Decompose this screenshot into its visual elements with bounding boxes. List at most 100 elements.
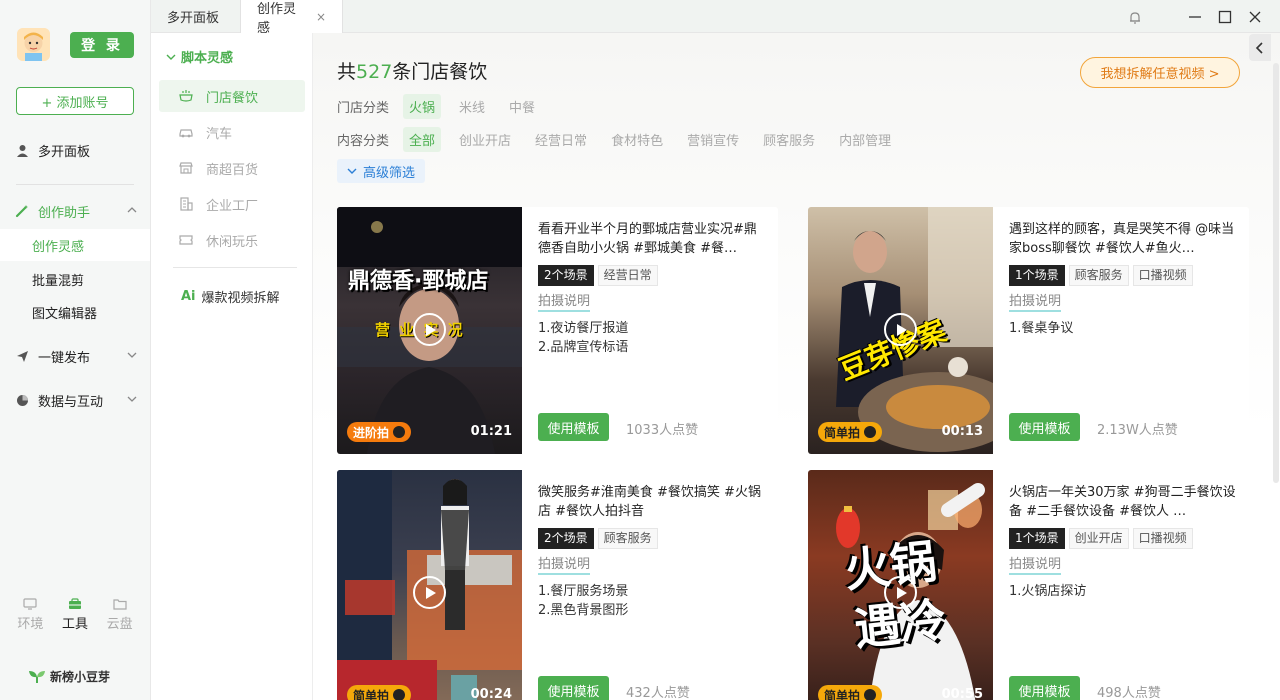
shooting-guide-link[interactable]: 拍摄说明: [1009, 557, 1062, 575]
script-point: 1.餐桌争议: [1009, 321, 1074, 336]
category-panel: 脚本灵感 门店餐饮 汽车 商超百货 企业工厂 休闲玩乐 Ai 爆款视频拆解: [151, 33, 313, 700]
close-tab-icon[interactable]: ×: [316, 10, 326, 24]
nav-creation-assistant[interactable]: 创作助手: [0, 194, 150, 228]
main-content: 共527条门店餐饮 门店分类 火锅 米线 中餐 内容分类 全部 创业开店 经营日…: [313, 33, 1280, 700]
play-icon[interactable]: [413, 576, 446, 609]
top-tab-bar: 多开面板 创作灵感 ×: [151, 0, 1280, 36]
result-count-suffix: 条门店餐饮: [392, 61, 488, 83]
deconstruct-video-button[interactable]: 我想拆解任意视频 >: [1080, 57, 1240, 88]
use-template-button[interactable]: 使用模板: [1009, 413, 1080, 441]
video-card[interactable]: 豆芽惨案 简单拍 00:13 遇到这样的顾客，真是哭笑不得 @味当家boss聊餐…: [808, 207, 1249, 454]
card-info: 微笑服务#淮南美食 #餐饮搞笑 #火锅店 #餐饮人拍抖音 2个场景 顾客服务 拍…: [538, 470, 768, 700]
tab-tools[interactable]: 工具: [55, 598, 95, 632]
building-icon: [180, 197, 193, 211]
category-item-leisure[interactable]: 休闲玩乐: [159, 224, 305, 256]
content-chip[interactable]: 顾客服务: [757, 127, 821, 152]
nav-multi-panel[interactable]: 多开面板: [0, 133, 150, 167]
login-button[interactable]: 登 录: [70, 32, 134, 58]
minimize-icon[interactable]: [1187, 9, 1203, 25]
play-icon[interactable]: [884, 576, 917, 609]
video-card[interactable]: 鼎德香·鄄城店 营 业 实 况 进阶拍 01:21 看看开业半个月的鄄城店营业实…: [337, 207, 778, 454]
category-item-car[interactable]: 汽车: [159, 116, 305, 148]
tab-multi-panel[interactable]: 多开面板: [151, 0, 241, 33]
nav-image-text-editor[interactable]: 图文编辑器: [0, 296, 150, 328]
store-icon: [179, 162, 193, 174]
nav-data-label: 数据与互动: [38, 394, 104, 410]
magic-wand-icon: [15, 204, 29, 218]
like-count: 1033人点赞: [626, 423, 699, 438]
tab-multi-panel-label: 多开面板: [167, 11, 220, 26]
script-points: 1.餐厅服务场景 2.黑色背景图形: [538, 582, 628, 620]
nav-publish-label: 一键发布: [38, 350, 91, 366]
card-tags: 2个场景 顾客服务: [538, 528, 662, 549]
ticket-icon: [179, 235, 193, 245]
category-item-factory[interactable]: 企业工厂: [159, 188, 305, 220]
content-chip[interactable]: 经营日常: [529, 127, 593, 152]
pie-chart-icon: [15, 393, 29, 407]
advanced-filter-label: 高级筛选: [363, 165, 416, 181]
nav-batch-mix[interactable]: 批量混剪: [0, 263, 150, 295]
shooting-guide-link[interactable]: 拍摄说明: [538, 557, 591, 575]
content-tag: 口播视频: [1132, 528, 1193, 549]
nav-one-click-publish[interactable]: 一键发布: [0, 339, 150, 373]
use-template-button[interactable]: 使用模板: [538, 413, 609, 441]
toolbox-icon: [68, 598, 81, 609]
like-count: 2.13W人点赞: [1097, 423, 1178, 438]
content-chip[interactable]: 营销宣传: [681, 127, 745, 152]
content-chip[interactable]: 食材特色: [605, 127, 669, 152]
category-item-restaurant[interactable]: 门店餐饮: [159, 80, 305, 112]
add-account-button[interactable]: + 添加账号: [16, 87, 134, 115]
category-header-label: 脚本灵感: [181, 51, 234, 66]
brand-name: 新榜小豆芽: [50, 670, 111, 684]
viral-video-breakdown[interactable]: Ai 爆款视频拆解: [181, 287, 280, 306]
viral-video-breakdown-label: 爆款视频拆解: [201, 291, 280, 306]
card-tags: 1个场景 顾客服务 口播视频: [1009, 265, 1197, 286]
bell-icon[interactable]: [1127, 9, 1143, 25]
face-icon: [393, 689, 406, 700]
maximize-icon[interactable]: [1217, 9, 1233, 25]
content-tag: 创业开店: [1068, 528, 1129, 549]
content-chip[interactable]: 创业开店: [453, 127, 517, 152]
card-title: 遇到这样的顾客，真是哭笑不得 @味当家boss聊餐饮 #餐饮人#鱼火…: [1009, 222, 1235, 256]
tab-environment[interactable]: 环境: [10, 598, 50, 632]
collapse-panel-button[interactable]: [1249, 34, 1271, 61]
store-chip[interactable]: 中餐: [503, 94, 541, 119]
use-template-button[interactable]: 使用模板: [538, 676, 609, 700]
scrollbar[interactable]: [1273, 63, 1279, 483]
content-chip[interactable]: 全部: [403, 127, 442, 152]
nav-data-interaction[interactable]: 数据与互动: [0, 383, 150, 417]
video-thumbnail[interactable]: 鼎德香·鄄城店 营 业 实 况 进阶拍 01:21: [337, 207, 522, 454]
level-badge: 简单拍: [818, 685, 883, 700]
store-chip[interactable]: 米线: [453, 94, 491, 119]
shooting-guide-link[interactable]: 拍摄说明: [1009, 294, 1062, 312]
play-icon[interactable]: [413, 313, 446, 346]
advanced-filter-button[interactable]: 高级筛选: [337, 159, 426, 183]
level-badge-label: 简单拍: [824, 425, 861, 440]
store-chip[interactable]: 火锅: [403, 94, 442, 119]
card-title: 微笑服务#淮南美食 #餐饮搞笑 #火锅店 #餐饮人拍抖音: [538, 485, 761, 519]
content-chip[interactable]: 内部管理: [833, 127, 897, 152]
nav-creation-inspiration[interactable]: 创作灵感: [0, 229, 150, 261]
send-icon: [15, 349, 29, 363]
tab-creation-inspiration[interactable]: 创作灵感 ×: [241, 0, 343, 36]
video-thumbnail[interactable]: 简单拍 00:24: [337, 470, 522, 700]
play-icon[interactable]: [884, 313, 917, 346]
category-header[interactable]: 脚本灵感: [166, 47, 233, 66]
content-filter-row: 内容分类 全部 创业开店 经营日常 食材特色 营销宣传 顾客服务 内部管理: [337, 127, 909, 152]
category-item-supermarket[interactable]: 商超百货: [159, 152, 305, 184]
video-thumbnail[interactable]: 豆芽惨案 简单拍 00:13: [808, 207, 993, 454]
avatar[interactable]: [17, 28, 50, 61]
category-item-label: 休闲玩乐: [206, 234, 259, 250]
close-window-icon[interactable]: [1247, 9, 1263, 25]
shooting-guide-link[interactable]: 拍摄说明: [538, 294, 591, 312]
level-badge: 简单拍: [818, 422, 883, 442]
scene-count-tag: 1个场景: [1009, 265, 1065, 286]
video-card[interactable]: 火锅 遇冷 简单拍 00:55 火锅店一年关30万家 #狗哥二手餐饮设备 #二手…: [808, 470, 1249, 700]
level-badge: 简单拍: [347, 685, 412, 700]
use-template-button[interactable]: 使用模板: [1009, 676, 1080, 700]
video-thumbnail[interactable]: 火锅 遇冷 简单拍 00:55: [808, 470, 993, 700]
video-card[interactable]: 简单拍 00:24 微笑服务#淮南美食 #餐饮搞笑 #火锅店 #餐饮人拍抖音 2…: [337, 470, 778, 700]
tab-cloud-disk[interactable]: 云盘: [100, 598, 140, 632]
category-item-label: 门店餐饮: [206, 90, 259, 106]
card-tags: 1个场景 创业开店 口播视频: [1009, 528, 1197, 549]
